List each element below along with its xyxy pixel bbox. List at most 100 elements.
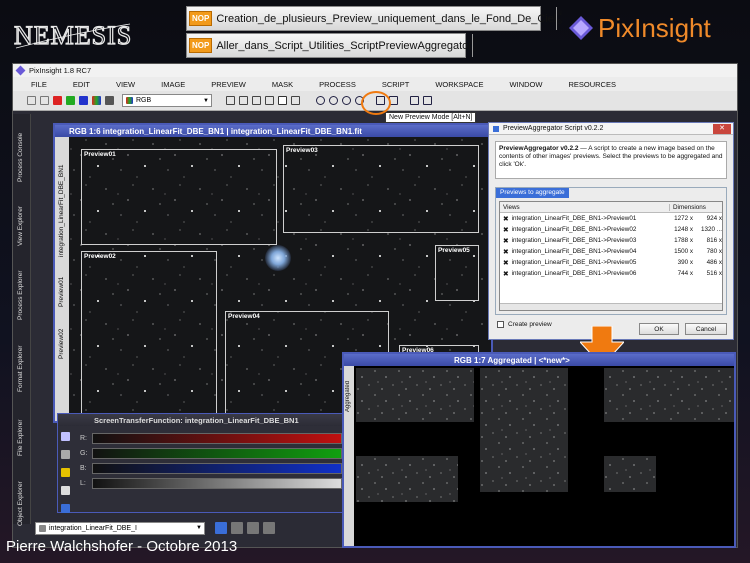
new-preview-mode-icon[interactable] bbox=[278, 96, 287, 105]
pixinsight-wordmark: PixInsight bbox=[598, 12, 711, 43]
channel-red-icon[interactable] bbox=[53, 96, 62, 105]
blue-stretch-bar[interactable] bbox=[92, 462, 342, 474]
menu-view[interactable]: VIEW bbox=[116, 80, 135, 89]
move-icon[interactable] bbox=[239, 96, 248, 105]
channel-lum-icon[interactable] bbox=[105, 96, 114, 105]
check-icon[interactable]: ✖ bbox=[500, 248, 512, 256]
create-preview-checkbox[interactable] bbox=[497, 321, 504, 328]
menu-image[interactable]: IMAGE bbox=[161, 80, 185, 89]
pan-icon[interactable] bbox=[226, 96, 235, 105]
list-header: Views Dimensions bbox=[500, 202, 722, 213]
undo-icon[interactable] bbox=[27, 96, 36, 105]
menu-edit[interactable]: EDIT bbox=[73, 80, 90, 89]
color-mode-select[interactable]: RGB ▼ bbox=[122, 94, 212, 107]
lum-stretch-bar[interactable] bbox=[92, 477, 342, 489]
nop-badge: NOP bbox=[189, 38, 213, 53]
green-stretch-bar[interactable] bbox=[92, 447, 342, 459]
new-instance-icon[interactable] bbox=[61, 503, 70, 513]
check-icon[interactable]: ✖ bbox=[500, 270, 512, 278]
auto-stretch-icon[interactable] bbox=[61, 467, 70, 477]
channel-label: L: bbox=[80, 479, 86, 487]
description-title: PreviewAggregator v0.2.2 bbox=[499, 145, 579, 152]
check-icon[interactable]: ✖ bbox=[500, 259, 512, 267]
preview-box-01[interactable]: Preview01 bbox=[81, 149, 277, 245]
tab-object-explorer[interactable]: Object Explorer bbox=[17, 464, 24, 526]
group-title: Previews to aggregate bbox=[496, 188, 569, 198]
stf-channel-b: B: bbox=[80, 462, 342, 474]
view-selector[interactable]: integration_LinearFit_DBE_I ▼ bbox=[35, 521, 205, 535]
readout-icon[interactable] bbox=[252, 96, 261, 105]
tab-file-explorer[interactable]: File Explorer bbox=[17, 400, 24, 456]
cancel-button[interactable]: Cancel bbox=[685, 323, 727, 335]
list-item[interactable]: ✖ integration_LinearFit_DBE_BN1->Preview0… bbox=[500, 246, 722, 257]
channel-rgb-icon[interactable] bbox=[92, 96, 101, 105]
menu-process[interactable]: PROCESS bbox=[319, 80, 356, 89]
image-window-titlebar: RGB 1:6 integration_LinearFit_DBE_BN1 | … bbox=[55, 125, 491, 137]
tab-process-explorer[interactable]: Process Explorer bbox=[17, 254, 24, 321]
channel-blue-icon[interactable] bbox=[79, 96, 88, 105]
list-item[interactable]: ✖ integration_LinearFit_DBE_BN1->Preview0… bbox=[500, 213, 722, 224]
zoom-out-icon[interactable] bbox=[329, 96, 338, 105]
zoom-tool-icon[interactable] bbox=[265, 96, 274, 105]
view-path: integration_LinearFit_DBE_BN1->Preview06 bbox=[511, 270, 637, 277]
menu-resources[interactable]: RESOURCES bbox=[568, 80, 616, 89]
link-channels-icon[interactable] bbox=[61, 431, 70, 441]
channel-label: B: bbox=[80, 464, 87, 472]
reset-icon[interactable] bbox=[61, 485, 70, 495]
highlight-circle bbox=[361, 91, 391, 115]
view-btn-4-icon[interactable] bbox=[263, 522, 275, 534]
dim-w: 1788 x bbox=[674, 237, 694, 244]
stf-channel-r: R: bbox=[80, 432, 342, 444]
side-tab-main[interactable]: integration_LinearFit_DBE_BN1 bbox=[58, 147, 65, 258]
view-path: integration_LinearFit_DBE_BN1->Preview02 bbox=[511, 226, 637, 233]
ok-button[interactable]: OK bbox=[639, 323, 679, 335]
red-stretch-bar[interactable] bbox=[92, 432, 342, 444]
side-tab-preview02[interactable]: Preview02 bbox=[58, 315, 65, 359]
list-item[interactable]: ✖ integration_LinearFit_DBE_BN1->Preview0… bbox=[500, 224, 722, 235]
edit-preview-icon[interactable] bbox=[291, 96, 300, 105]
horizontal-scrollbar[interactable] bbox=[500, 303, 722, 310]
dim-w: 390 x bbox=[677, 259, 694, 266]
view-btn-2-icon[interactable] bbox=[231, 522, 243, 534]
zoom-fit-icon[interactable] bbox=[342, 96, 351, 105]
menu-mask[interactable]: MASK bbox=[272, 80, 293, 89]
col-views[interactable]: Views bbox=[500, 203, 670, 211]
list-item[interactable]: ✖ integration_LinearFit_DBE_BN1->Preview0… bbox=[500, 257, 722, 268]
preview-box-03[interactable]: Preview03 bbox=[283, 145, 479, 233]
dim-h: 816 x bbox=[706, 237, 722, 244]
aggregated-image[interactable] bbox=[354, 366, 734, 546]
stf-tools bbox=[61, 430, 75, 513]
tab-view-explorer[interactable]: View Explorer bbox=[17, 190, 24, 246]
col-dimensions[interactable]: Dimensions bbox=[670, 204, 706, 211]
list-item[interactable]: ✖ integration_LinearFit_DBE_BN1->Preview0… bbox=[500, 268, 722, 279]
side-tab-preview01[interactable]: Preview01 bbox=[58, 263, 65, 307]
menu-script[interactable]: SCRIPT bbox=[382, 80, 410, 89]
menu-file[interactable]: FILE bbox=[31, 80, 47, 89]
dim-w: 1248 x bbox=[674, 226, 694, 233]
svg-text:NEMESIS: NEMESIS bbox=[14, 21, 132, 50]
zoom-in-icon[interactable] bbox=[316, 96, 325, 105]
preview-box-05[interactable]: Preview05 bbox=[435, 245, 479, 301]
zoom-icon[interactable] bbox=[61, 449, 70, 459]
tab-format-explorer[interactable]: Format Explorer bbox=[17, 328, 24, 392]
channel-green-icon[interactable] bbox=[66, 96, 75, 105]
mask-show-icon[interactable] bbox=[423, 96, 432, 105]
view-name: integration_LinearFit_DBE_I bbox=[49, 524, 137, 532]
menu-workspace[interactable]: WORKSPACE bbox=[435, 80, 483, 89]
list-item[interactable]: ✖ integration_LinearFit_DBE_BN1->Preview0… bbox=[500, 235, 722, 246]
preview-box-02[interactable]: Preview02 bbox=[81, 251, 217, 419]
menu-window[interactable]: WINDOW bbox=[510, 80, 543, 89]
close-icon[interactable]: ✕ bbox=[713, 123, 731, 134]
menu-preview[interactable]: PREVIEW bbox=[211, 80, 246, 89]
view-btn-3-icon[interactable] bbox=[247, 522, 259, 534]
redo-icon[interactable] bbox=[40, 96, 49, 105]
check-icon[interactable]: ✖ bbox=[500, 237, 512, 245]
mask-icon[interactable] bbox=[410, 96, 419, 105]
tab-process-console[interactable]: Process Console bbox=[17, 118, 24, 182]
check-icon[interactable]: ✖ bbox=[500, 226, 512, 234]
check-icon[interactable]: ✖ bbox=[500, 215, 512, 223]
side-tab-aggregated[interactable]: Aggregated bbox=[345, 372, 351, 412]
color-mode-value: RGB bbox=[136, 97, 152, 104]
view-btn-1-icon[interactable] bbox=[215, 522, 227, 534]
view-path: integration_LinearFit_DBE_BN1->Preview04 bbox=[511, 248, 637, 255]
